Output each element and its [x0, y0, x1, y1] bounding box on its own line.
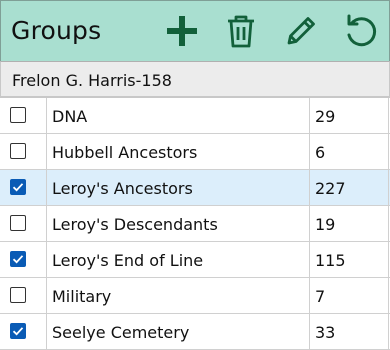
delete-group-button[interactable]	[221, 11, 261, 51]
group-count-cell[interactable]: 7	[310, 278, 389, 313]
group-checkbox[interactable]	[10, 179, 26, 195]
checkmark-icon	[12, 327, 24, 336]
pencil-icon	[287, 17, 315, 45]
group-checkbox[interactable]	[10, 107, 26, 123]
selected-person-bar: Frelon G. Harris-158	[0, 61, 390, 97]
group-name: Military	[52, 287, 112, 306]
group-count: 115	[315, 251, 346, 270]
add-icon	[167, 16, 197, 46]
checkmark-icon	[12, 255, 24, 264]
table-row[interactable]: Seelye Cemetery 33	[0, 314, 390, 350]
edit-group-button[interactable]	[281, 11, 321, 51]
group-name-cell[interactable]: Seelye Cemetery	[47, 314, 310, 349]
checkbox-cell	[0, 134, 47, 169]
group-name: DNA	[52, 107, 88, 126]
group-name-cell[interactable]: Leroy's Descendants	[47, 206, 310, 241]
checkbox-cell	[0, 314, 47, 349]
checkbox-cell	[0, 206, 47, 241]
group-checkbox[interactable]	[10, 251, 26, 267]
group-count: 29	[315, 107, 336, 126]
groups-table: DNA 29 Hubbell Ancestors 6 Leroy's Ancestors…	[0, 97, 390, 350]
undo-button[interactable]	[341, 11, 381, 51]
group-count: 33	[315, 323, 336, 342]
table-row[interactable]: Leroy's Ancestors 227	[0, 170, 390, 206]
add-group-button[interactable]	[162, 11, 202, 51]
checkmark-icon	[12, 183, 24, 192]
title-bar: Groups	[0, 0, 390, 62]
group-count-cell[interactable]: 227	[310, 170, 389, 205]
group-count-cell[interactable]: 19	[310, 206, 389, 241]
group-checkbox[interactable]	[10, 215, 26, 231]
group-checkbox[interactable]	[10, 143, 26, 159]
group-name: Hubbell Ancestors	[52, 143, 198, 162]
checkbox-cell	[0, 98, 47, 133]
group-checkbox[interactable]	[10, 323, 26, 339]
group-count-cell[interactable]: 6	[310, 134, 389, 169]
table-row[interactable]: Military 7	[0, 278, 390, 314]
group-name-cell[interactable]: Hubbell Ancestors	[47, 134, 310, 169]
group-name-cell[interactable]: Military	[47, 278, 310, 313]
group-count: 19	[315, 215, 336, 234]
group-count: 227	[315, 179, 346, 198]
table-row[interactable]: DNA 29	[0, 98, 390, 134]
table-row[interactable]: Leroy's Descendants 19	[0, 206, 390, 242]
group-name-cell[interactable]: DNA	[47, 98, 310, 133]
selected-person-name: Frelon G. Harris-158	[12, 71, 172, 90]
checkbox-cell	[0, 170, 47, 205]
group-name: Leroy's Ancestors	[52, 179, 193, 198]
group-count: 6	[315, 143, 326, 162]
group-name: Leroy's Descendants	[52, 215, 218, 234]
group-count: 7	[315, 287, 326, 306]
trash-icon	[228, 15, 254, 48]
group-count-cell[interactable]: 33	[310, 314, 389, 349]
group-checkbox[interactable]	[10, 287, 26, 303]
group-name-cell[interactable]: Leroy's End of Line	[47, 242, 310, 277]
checkbox-cell	[0, 278, 47, 313]
group-count-cell[interactable]: 115	[310, 242, 389, 277]
checkbox-cell	[0, 242, 47, 277]
page-title: Groups	[11, 16, 102, 45]
undo-icon	[347, 14, 377, 47]
group-count-cell[interactable]: 29	[310, 98, 389, 133]
group-name: Seelye Cemetery	[52, 323, 190, 342]
table-row[interactable]: Leroy's End of Line 115	[0, 242, 390, 278]
group-name-cell[interactable]: Leroy's Ancestors	[47, 170, 310, 205]
group-name: Leroy's End of Line	[52, 251, 204, 270]
table-row[interactable]: Hubbell Ancestors 6	[0, 134, 390, 170]
